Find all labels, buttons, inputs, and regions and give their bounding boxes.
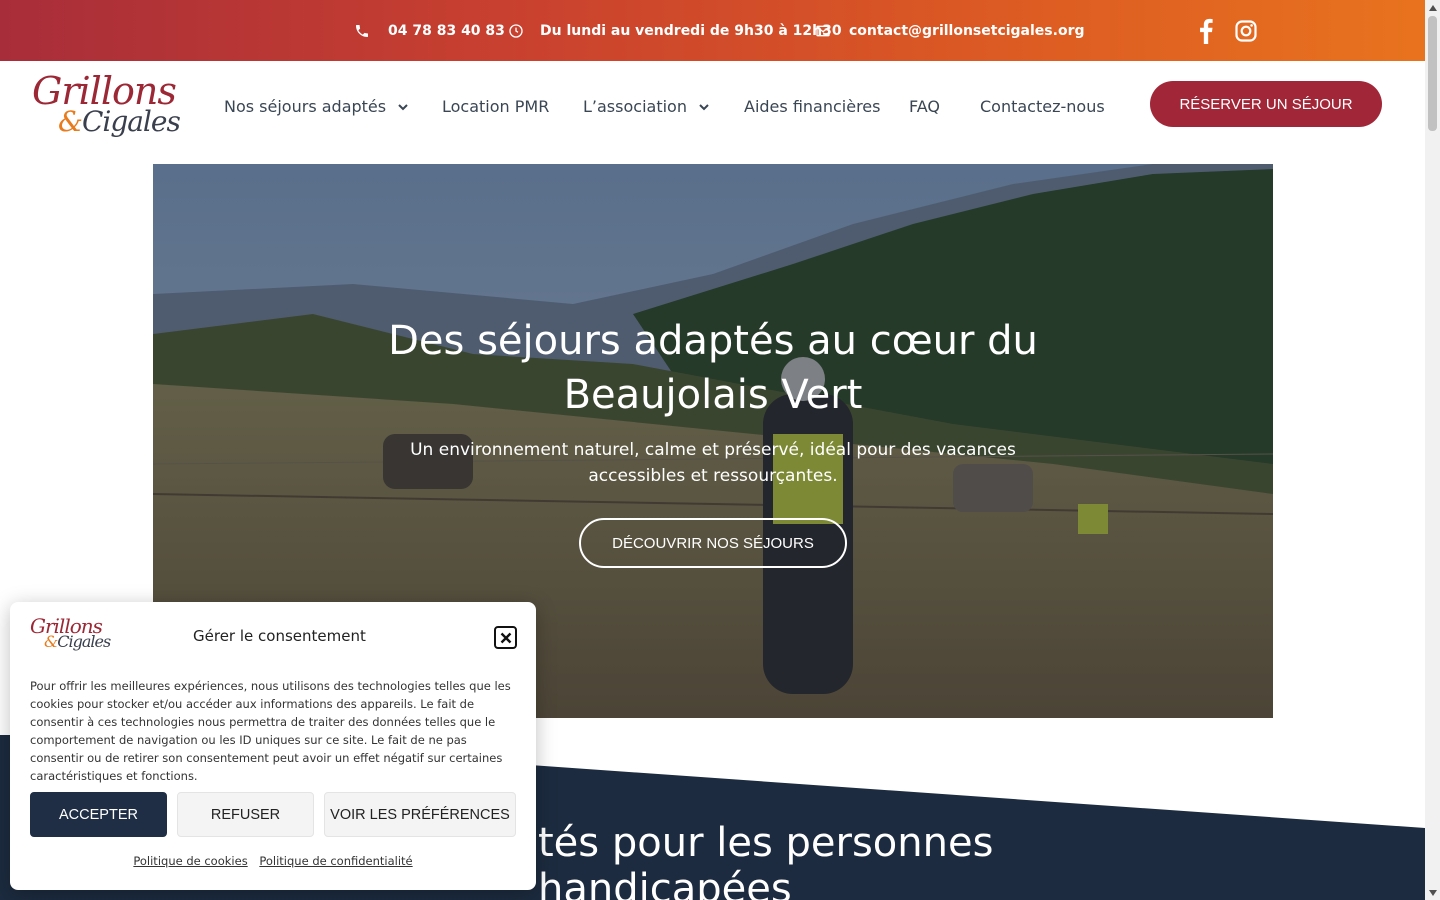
view-preferences-button[interactable]: VOIR LES PRÉFÉRENCES — [324, 792, 516, 837]
scroll-up-arrow-icon[interactable] — [1425, 0, 1440, 15]
logo-ampersand: & — [58, 105, 83, 138]
hero-title-line-1: Des séjours adaptés au cœur du — [388, 318, 1038, 364]
discover-stays-button[interactable]: DÉCOUVRIR NOS SÉJOURS — [579, 518, 847, 568]
refuse-button[interactable]: REFUSER — [177, 792, 314, 837]
close-icon — [500, 632, 511, 643]
nav-item-association[interactable]: L’association — [583, 97, 709, 116]
envelope-icon — [816, 25, 830, 36]
privacy-policy-link[interactable]: Politique de confidentialité — [259, 854, 412, 868]
cookie-description: Pour offrir les meilleures expériences, … — [30, 679, 511, 783]
logo-line-2: &Cigales — [58, 105, 181, 138]
nav-item-aides[interactable]: Aides financières — [744, 97, 880, 116]
chevron-down-icon — [699, 103, 709, 110]
cookie-consent-dialog: Grillons &Cigales Gérer le consentement … — [10, 602, 536, 890]
nav-item-label: Aides financières — [744, 97, 881, 116]
hero-subtitle-line-2: accessibles et ressourçantes. — [588, 466, 838, 486]
hero-title-line-2: Beaujolais Vert — [563, 372, 863, 418]
nav-item-contact[interactable]: Contactez-nous — [980, 97, 1105, 116]
phone-contact[interactable]: 04 78 83 40 83 — [354, 0, 505, 61]
scrollbar-thumb[interactable] — [1428, 16, 1437, 131]
nav-item-label: Contactez-nous — [980, 97, 1105, 116]
email-contact[interactable]: contact@grillonsetcigales.org — [815, 0, 1085, 61]
site-logo[interactable]: Grillons &Cigales — [32, 69, 182, 149]
phone-icon — [356, 24, 368, 37]
hero-subtitle-line-1: Un environnement naturel, calme et prése… — [410, 440, 1016, 460]
top-contact-bar: 04 78 83 40 83 Du lundi au vendredi de 9… — [0, 0, 1425, 61]
email-address: contact@grillonsetcigales.org — [849, 22, 1085, 39]
nav-item-location-pmr[interactable]: Location PMR — [442, 97, 549, 116]
phone-number: 04 78 83 40 83 — [388, 22, 505, 39]
hero-subtitle: Un environnement naturel, calme et prése… — [403, 437, 1023, 489]
page: 04 78 83 40 83 Du lundi au vendredi de 9… — [0, 0, 1440, 900]
opening-hours: Du lundi au vendredi de 9h30 à 12h30 — [508, 0, 842, 61]
logo-line-2-text: Cigales — [81, 105, 181, 138]
cookie-logo-ampersand: & — [44, 632, 58, 651]
reserve-button[interactable]: RÉSERVER UN SÉJOUR — [1150, 81, 1382, 127]
instagram-icon — [1235, 19, 1257, 42]
nav-item-label: FAQ — [909, 97, 940, 116]
hero-title: Des séjours adaptés au cœur du Beaujolai… — [153, 314, 1273, 422]
cookie-logo-line-2-text: Cigales — [57, 632, 111, 651]
opening-hours-text: Du lundi au vendredi de 9h30 à 12h30 — [540, 22, 842, 39]
accept-button[interactable]: ACCEPTER — [30, 792, 167, 837]
cookie-logo-line-2: &Cigales — [44, 632, 111, 651]
cookie-policy-link[interactable]: Politique de cookies — [133, 854, 247, 868]
nav-item-faq[interactable]: FAQ — [909, 97, 940, 116]
section-title-text: tés pour les personnes handicapées — [538, 820, 994, 900]
page-scrollbar[interactable] — [1425, 0, 1440, 900]
instagram-link[interactable] — [1234, 0, 1258, 61]
site-header: Grillons &Cigales Nos séjours adaptés Lo… — [0, 61, 1425, 164]
nav-item-label: L’association — [583, 97, 687, 116]
close-button[interactable] — [494, 626, 517, 649]
clock-icon — [509, 23, 523, 38]
cookie-policy-links: Politique de cookies Politique de confid… — [10, 854, 536, 868]
chevron-down-icon — [398, 103, 408, 110]
scroll-down-arrow-icon[interactable] — [1425, 885, 1440, 900]
cookie-title: Gérer le consentement — [193, 627, 366, 645]
cookie-logo: Grillons &Cigales — [30, 614, 120, 660]
nav-item-label: Location PMR — [442, 97, 550, 116]
nav-item-sejours[interactable]: Nos séjours adaptés — [224, 97, 408, 116]
facebook-link[interactable] — [1196, 0, 1216, 61]
facebook-icon — [1200, 18, 1213, 44]
nav-item-label: Nos séjours adaptés — [224, 97, 387, 116]
